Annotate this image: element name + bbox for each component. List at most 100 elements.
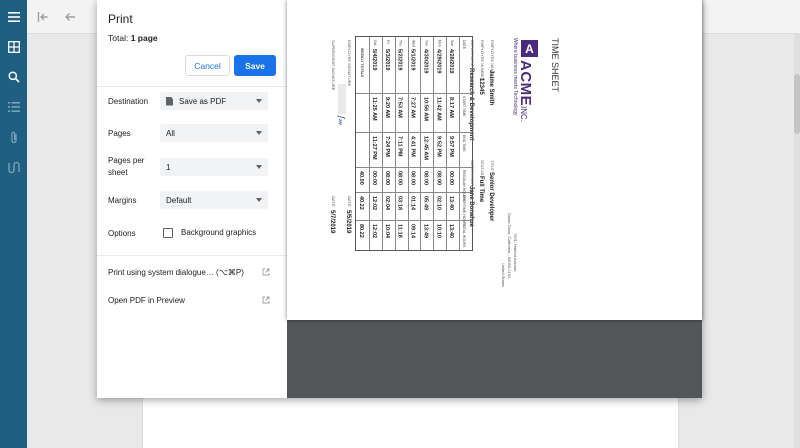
employee-name: Jaime Smith	[488, 70, 494, 106]
table-cell: 01:14	[409, 196, 416, 211]
back-arrow-icon[interactable]	[60, 7, 80, 27]
destination-value: Save as PDF	[179, 96, 227, 106]
supervisor-signature-label: SUPERVISOR SIGNATURE	[331, 40, 336, 91]
table-cell: 12:02	[370, 224, 377, 239]
column-header: DATE	[462, 40, 467, 50]
table-divider	[459, 37, 461, 250]
table-cell: 13:40	[448, 224, 455, 239]
table-divider	[368, 37, 370, 250]
total-value: 1 page	[130, 33, 158, 43]
total-label: Total:	[108, 33, 129, 43]
divider	[97, 255, 287, 256]
table-divider	[381, 37, 383, 250]
hours-table: DATE START TIME END TIME REGULAR HOURS OVERT…	[355, 36, 473, 251]
address-line-2: Santa Clara, California - 95050-2152,	[507, 213, 512, 280]
destination-select[interactable]: Save as PDF	[160, 92, 268, 110]
pages-per-sheet-select[interactable]: 1	[160, 158, 268, 176]
chevron-down-icon	[256, 99, 262, 103]
table-cell: 11:42 AM	[435, 97, 442, 121]
table-cell: 08:00	[422, 171, 429, 186]
weekly-total-cell: 80.22	[358, 224, 364, 238]
outline-icon[interactable]	[0, 96, 27, 118]
company-name: ACME	[517, 60, 534, 107]
signature-scribble: ʃ𝓂	[337, 116, 346, 126]
table-cell: 02:04	[383, 196, 390, 211]
menu-icon[interactable]	[0, 6, 27, 28]
table-divider	[356, 220, 472, 221]
margins-value: Default	[166, 195, 192, 205]
pages-per-sheet-label: Pages per sheet	[108, 156, 145, 177]
background-graphics-label[interactable]: Background graphics	[181, 228, 256, 237]
table-cell: 03:18	[396, 196, 403, 211]
system-dialog-link[interactable]: Print using system dialogue… (⌥⌘P)	[108, 268, 244, 277]
scrollbar-thumb[interactable]	[794, 74, 800, 134]
table-cell: 4:41 PM	[409, 136, 416, 157]
table-cell: 7:53 AM	[396, 97, 403, 118]
chevron-down-icon	[256, 198, 262, 202]
row-day: Tue	[424, 40, 429, 46]
table-cell: 08:00	[409, 171, 416, 186]
table-divider	[394, 37, 396, 250]
table-cell: 5/1/2019	[409, 49, 416, 71]
table-cell: 13:40	[448, 196, 455, 211]
job-title: Senior Developer	[488, 172, 494, 222]
signature-image	[338, 84, 346, 114]
table-cell: 5/4/2019	[370, 49, 377, 71]
table-cell: 13:49	[422, 224, 429, 239]
table-cell: 00:00	[448, 171, 455, 186]
employee-sign-date: 5/5/2019	[345, 210, 351, 234]
row-day: Sun	[450, 40, 455, 47]
scrollbar[interactable]	[794, 34, 800, 448]
destination-label: Destination	[108, 97, 149, 106]
table-divider	[356, 192, 472, 193]
status-label: STATUS	[480, 160, 485, 176]
signature-icon[interactable]	[0, 156, 27, 178]
address-line-3: United States	[501, 263, 506, 288]
table-cell: 7:24 PM	[383, 136, 390, 157]
row-day: Mon	[437, 40, 442, 47]
table-cell: 8:17 AM	[448, 97, 455, 118]
options-label: Options	[108, 229, 136, 238]
table-cell: 02:10	[435, 196, 442, 211]
margins-select[interactable]: Default	[160, 191, 268, 209]
pages-value: All	[166, 128, 175, 138]
open-pdf-link[interactable]: Open PDF in Preview	[108, 296, 185, 305]
table-cell: 9:52 PM	[435, 136, 442, 157]
table-cell: 4/29/2019	[435, 49, 442, 74]
table-cell: 00:00	[370, 171, 377, 186]
column-header: TOTAL HOURS	[462, 223, 467, 248]
weekly-total-cell: 40.00	[358, 171, 364, 185]
document-icon	[166, 96, 173, 106]
first-page-icon[interactable]	[33, 7, 53, 27]
row-day: Fri	[385, 40, 390, 45]
chevron-down-icon	[256, 165, 262, 169]
margins-label: Margins	[108, 196, 137, 205]
table-cell: 12:45 AM	[422, 136, 429, 160]
supervisor-sign-date: 5/7/2019	[329, 210, 335, 234]
table-divider	[356, 132, 472, 133]
search-icon[interactable]	[0, 66, 27, 88]
table-cell: 7:27 AM	[409, 97, 416, 118]
table-cell: 08:00	[435, 171, 442, 186]
print-settings-panel: Print Total: 1 page Cancel Save Destinat…	[97, 0, 287, 398]
table-divider	[356, 167, 472, 168]
external-link-icon[interactable]	[262, 268, 270, 276]
timesheet-title: TIME SHEET	[550, 38, 560, 93]
table-cell: 11:18	[396, 224, 403, 238]
page-total: Total: 1 page	[108, 33, 158, 43]
row-day: Sat	[372, 40, 377, 46]
table-cell: 5/3/2019	[383, 49, 390, 71]
title-label: TITLE	[490, 160, 495, 171]
attachment-icon[interactable]	[0, 126, 27, 148]
pages-select[interactable]: All	[160, 124, 268, 142]
weekly-totals-label: WEEKLY TOTALS	[360, 48, 364, 78]
company-tagline: Where business meets Technology	[512, 38, 518, 116]
background-graphics-checkbox[interactable]	[163, 228, 173, 238]
thumbnails-icon[interactable]	[0, 36, 27, 58]
address-line-1: 7901, Halford Avenue,	[513, 233, 518, 273]
external-link-icon[interactable]	[262, 296, 270, 304]
document-page	[143, 392, 678, 448]
cancel-button[interactable]: Cancel	[185, 55, 230, 76]
timesheet: TIME SHEET A ACME INC. Where business me…	[329, 18, 583, 306]
save-button[interactable]: Save	[234, 55, 276, 76]
